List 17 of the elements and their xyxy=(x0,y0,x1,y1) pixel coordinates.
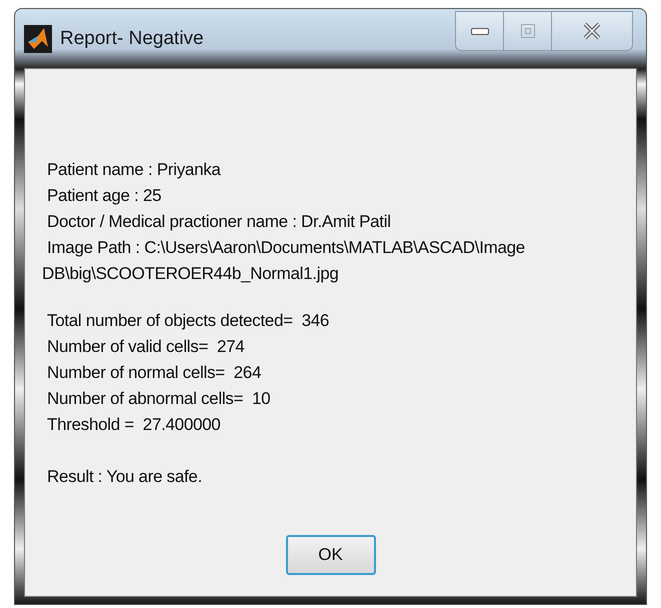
window-title: Report- Negative xyxy=(60,27,204,51)
patient-info-text: Image Path : C:\Users\Aaron\Documents\MATLAB\ASCAD\Image xyxy=(47,237,526,259)
statistic-text: Total number of objects detected= 346 xyxy=(47,310,330,332)
maximize-icon xyxy=(520,24,534,38)
statistic-text: Threshold = 27.400000 xyxy=(47,414,222,436)
patient-info-text: DB\big\SCOOTEROER44b_Normal1.jpg xyxy=(42,263,340,285)
patient-info-text: Patient age : 25 xyxy=(47,185,162,207)
result-text: Result : You are safe. xyxy=(47,466,204,488)
minimize-icon xyxy=(470,28,488,34)
patient-info-text: Patient name : Priyanka xyxy=(47,159,222,181)
statistic-text: Number of normal cells= 264 xyxy=(47,362,262,384)
close-icon xyxy=(582,22,602,40)
ok-button[interactable]: OK xyxy=(286,535,376,575)
patient-info-text: Doctor / Medical practioner name : Dr.Amit Patil xyxy=(47,211,392,233)
statistic-text: Number of valid cells= 274 xyxy=(47,336,246,358)
app-logo-icon xyxy=(24,25,52,54)
statistic-text: Number of abnormal cells= 10 xyxy=(47,388,272,410)
